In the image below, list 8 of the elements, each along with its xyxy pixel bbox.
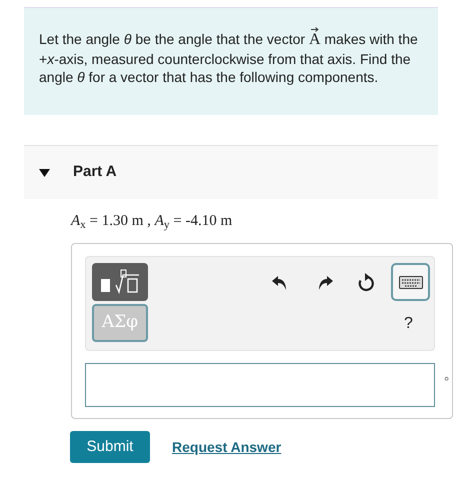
part-header[interactable]: Part A [24,145,438,199]
help-link[interactable]: ? [404,312,413,336]
components-text: A$_{x}$ = 1.30 m , A$_{y}$ = -4.10 m [71,212,232,232]
problem-text: Let the angle θ be the angle that the vector A makes with the +x-axis, measured counterclockwise from that axis. Find the angle θ for a vector that has the following components. [24,8,438,86]
unit-label: ° [444,373,450,391]
request-answer-link[interactable]: Request Answer [172,437,282,458]
submit-button[interactable]: Submit [70,431,150,463]
part-title: Part A [73,162,117,182]
